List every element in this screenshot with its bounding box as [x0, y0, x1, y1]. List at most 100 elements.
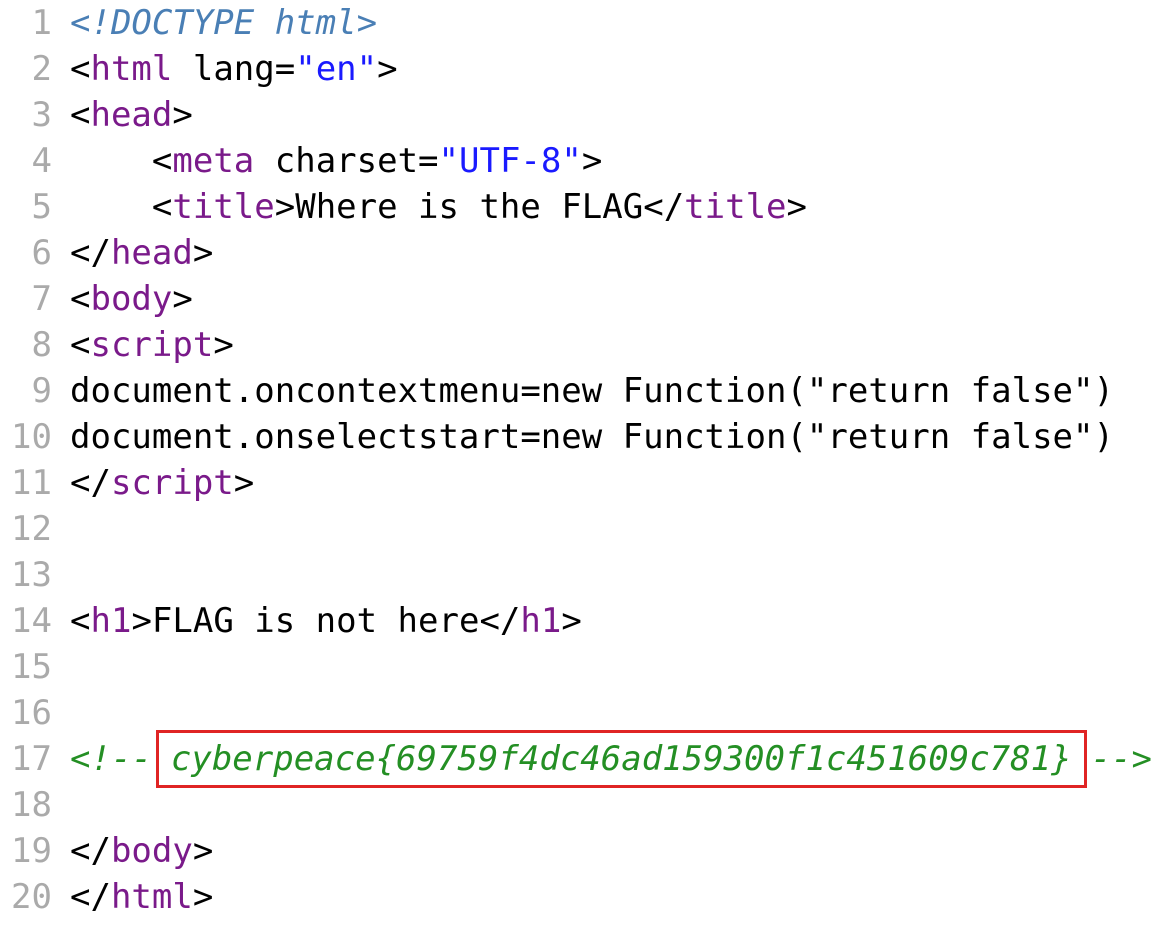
code-line: 5 <title>Where is the FLAG</title>: [0, 184, 1162, 230]
line-number: 4: [31, 141, 52, 181]
title-text: Where is the FLAG: [295, 187, 644, 227]
tag-bracket: >: [377, 49, 398, 89]
tag-bracket: >: [172, 95, 193, 135]
tag-name: head: [110, 233, 193, 273]
attribute-value: en: [315, 49, 357, 89]
tag-name: script: [110, 463, 234, 503]
tag-bracket: >: [192, 831, 214, 871]
script-close-tag: </script>: [70, 463, 254, 503]
doctype-declaration: <!DOCTYPE html>: [70, 3, 378, 43]
code-line: 12: [0, 506, 1162, 552]
tag-bracket: </: [70, 831, 111, 871]
tag-name: title: [684, 187, 787, 227]
line-number: 12: [11, 509, 52, 549]
attribute-name: lang=: [192, 49, 296, 89]
code-line: 1 <!DOCTYPE html>: [0, 0, 1162, 46]
attribute-value: UTF-8: [459, 141, 562, 181]
heading-text: FLAG is not here: [151, 601, 480, 641]
code-line: 3 <head>: [0, 92, 1162, 138]
code-line: 10 document.onselectstart=new Function("…: [0, 414, 1162, 460]
attribute-name: charset=: [274, 141, 439, 181]
line-number: 20: [11, 877, 52, 917]
tag-bracket: >: [786, 187, 808, 227]
code-line: 4 <meta charset="UTF-8">: [0, 138, 1162, 184]
line-number: 1: [31, 3, 52, 43]
tag-name: h1: [90, 601, 132, 641]
tag-name: html: [110, 877, 193, 917]
html-close-tag: </html>: [70, 877, 213, 917]
line-number: 3: [31, 95, 52, 135]
tag-bracket: >: [213, 325, 234, 365]
line-number: 2: [31, 49, 52, 89]
title-element: <title>Where is the FLAG</title>: [70, 187, 807, 227]
code-line: 6 </head>: [0, 230, 1162, 276]
tag-name: html: [90, 49, 173, 89]
code-line: 11 </script>: [0, 460, 1162, 506]
flag-highlight-box: cyberpeace{69759f4dc46ad159300f1c451609c…: [155, 730, 1087, 788]
line-number: 15: [11, 647, 52, 687]
tag-bracket: >: [192, 877, 214, 917]
code-line: 20 </html>: [0, 874, 1162, 920]
line-number: 7: [31, 279, 52, 319]
tag-name: head: [90, 95, 173, 135]
comment-close: -->: [1090, 739, 1152, 779]
line-number: 14: [11, 601, 52, 641]
html-comment: <!-- cyberpeace{69759f4dc46ad159300f1c451…: [70, 730, 1152, 788]
script-open-tag: <script>: [70, 325, 234, 365]
quote: ": [438, 141, 459, 181]
tag-bracket: <: [151, 187, 173, 227]
code-line: 2 <html lang="en">: [0, 46, 1162, 92]
line-number: 6: [31, 233, 52, 273]
tag-bracket: >: [581, 141, 603, 181]
quote: ": [295, 49, 316, 89]
line-number: 5: [31, 187, 52, 227]
script-statement: document.oncontextmenu=new Function("ret…: [70, 371, 1114, 411]
quote: ": [356, 49, 378, 89]
line-number: 9: [31, 371, 52, 411]
line-number: 17: [11, 739, 52, 779]
tag-bracket: >: [561, 601, 582, 641]
line-number: 18: [11, 785, 52, 825]
tag-bracket: </: [70, 463, 111, 503]
source-code-view: 1 <!DOCTYPE html> 2 <html lang="en"> 3 <…: [0, 0, 1162, 940]
line-number: 19: [11, 831, 52, 871]
html-open-tag: <html lang="en">: [70, 49, 398, 89]
tag-bracket: <: [70, 325, 91, 365]
code-line: 14 <h1>FLAG is not here</h1>: [0, 598, 1162, 644]
tag-bracket: >: [233, 463, 255, 503]
body-open-tag: <body>: [70, 279, 193, 319]
head-open-tag: <head>: [70, 95, 193, 135]
code-line: 7 <body>: [0, 276, 1162, 322]
code-line: 17 <!-- cyberpeace{69759f4dc46ad159300f1c…: [0, 730, 1162, 788]
tag-bracket: >: [192, 233, 214, 273]
tag-bracket: <: [70, 601, 91, 641]
h1-element: <h1>FLAG is not here</h1>: [70, 601, 582, 641]
tag-bracket: >: [172, 279, 193, 319]
quote: ": [561, 141, 582, 181]
tag-bracket: </: [70, 877, 111, 917]
line-number: 11: [11, 463, 52, 503]
line-number: 10: [11, 417, 52, 457]
tag-bracket: >: [274, 187, 296, 227]
tag-bracket: </: [70, 233, 111, 273]
line-number: 8: [31, 325, 52, 365]
flag-text: cyberpeace{69759f4dc46ad159300f1c451609c…: [170, 739, 1072, 779]
code-line: 9 document.oncontextmenu=new Function("r…: [0, 368, 1162, 414]
meta-tag: <meta charset="UTF-8">: [70, 141, 602, 181]
tag-name: h1: [520, 601, 562, 641]
tag-bracket: >: [131, 601, 152, 641]
tag-bracket: </: [643, 187, 685, 227]
code-line: 15: [0, 644, 1162, 690]
tag-name: title: [172, 187, 275, 227]
tag-name: meta: [172, 141, 255, 181]
line-number: 16: [11, 693, 52, 733]
code-line: 8 <script>: [0, 322, 1162, 368]
script-statement: document.onselectstart=new Function("ret…: [70, 417, 1114, 457]
tag-bracket: <: [70, 95, 91, 135]
head-close-tag: </head>: [70, 233, 213, 273]
code-line: 18: [0, 782, 1162, 828]
